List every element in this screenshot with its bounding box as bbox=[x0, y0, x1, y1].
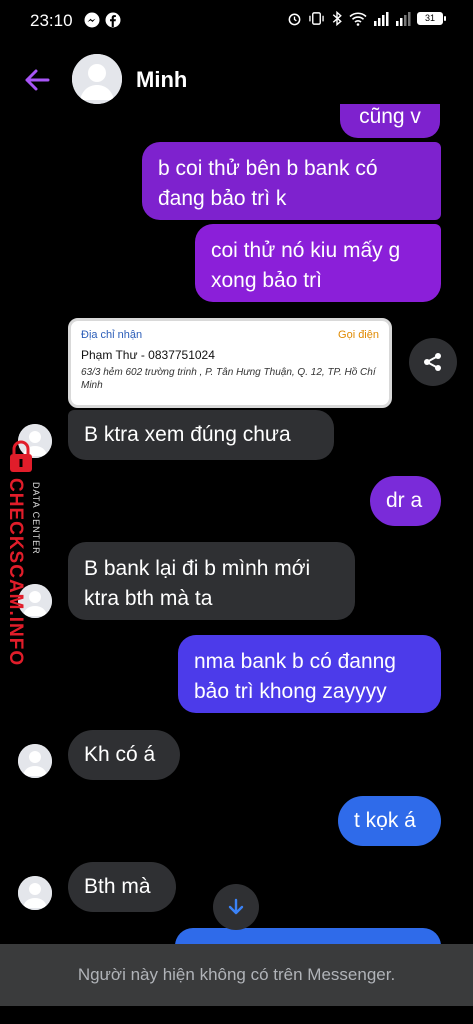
default-avatar-icon bbox=[18, 744, 52, 778]
default-avatar-icon bbox=[18, 876, 52, 910]
address-label: Địa chỉ nhận bbox=[81, 329, 143, 341]
watermark-sub: DATA CENTER bbox=[31, 482, 41, 555]
message-text: B bank lại đi b mình mới ktra bth mà ta bbox=[84, 557, 311, 610]
signal-icon bbox=[396, 11, 411, 26]
watermark: CHECKSCAM.INFO DATA CENTER bbox=[2, 438, 46, 668]
address-card[interactable]: Địa chỉ nhận Gọi điện Phạm Thư - 0837751… bbox=[68, 318, 392, 408]
contact-avatar[interactable] bbox=[72, 54, 122, 104]
share-button[interactable] bbox=[409, 338, 457, 386]
status-right-icons: 31 bbox=[287, 11, 446, 26]
recipient-address: 63/3 hẻm 602 trường trinh , P. Tân Hưng … bbox=[81, 367, 376, 391]
signal-icon bbox=[374, 11, 389, 26]
status-left-icons bbox=[84, 12, 121, 28]
chat-header: Minh bbox=[0, 48, 473, 112]
alarm-icon bbox=[288, 13, 301, 26]
message-bubble-outgoing[interactable]: dr a bbox=[370, 476, 441, 526]
default-avatar-icon bbox=[72, 54, 122, 104]
message-bubble-incoming[interactable]: Kh có á bbox=[68, 730, 180, 780]
message-bubble-incoming[interactable]: Bth mà bbox=[68, 862, 176, 912]
share-icon bbox=[424, 353, 441, 371]
message-bubble-outgoing[interactable]: nma bank b có đanng bảo trì khong zayyyy bbox=[178, 635, 441, 713]
message-text: coi thử nó kiu mấy g xong bảo trì bbox=[211, 239, 401, 292]
message-text: Kh có á bbox=[84, 743, 156, 766]
chat-thread[interactable]: cũng v b coi thử bên b bank có đang bảo … bbox=[0, 104, 473, 944]
back-arrow-icon[interactable] bbox=[20, 63, 54, 97]
battery-icon: 31 bbox=[417, 12, 446, 25]
call-link[interactable]: Gọi điện bbox=[338, 329, 379, 341]
message-text: cũng v bbox=[359, 105, 421, 128]
message-text: dr a bbox=[386, 489, 423, 512]
message-text: Bth mà bbox=[84, 875, 151, 898]
message-text: B ktra xem đúng chưa bbox=[84, 423, 291, 446]
sender-avatar[interactable] bbox=[18, 876, 52, 910]
message-bubble-incoming[interactable]: B ktra xem đúng chưa bbox=[68, 410, 334, 460]
address-card-header: Địa chỉ nhận Gọi điện bbox=[81, 329, 379, 341]
message-bubble-outgoing[interactable]: b coi thử bên b bank có đang bảo trì k bbox=[142, 142, 441, 220]
facebook-icon bbox=[105, 12, 121, 28]
recipient-name: Phạm Thư - 0837751024 bbox=[81, 348, 215, 362]
lock-icon bbox=[10, 440, 32, 472]
scroll-to-bottom-button[interactable] bbox=[213, 884, 259, 930]
status-bar: 23:10 31 bbox=[0, 0, 473, 42]
watermark-brand: CHECKSCAM.INFO bbox=[5, 478, 26, 667]
sender-avatar[interactable] bbox=[18, 744, 52, 778]
contact-name[interactable]: Minh bbox=[136, 67, 187, 93]
message-text: b coi thử bên b bank có đang bảo trì k bbox=[158, 157, 378, 210]
message-bubble-outgoing[interactable]: coi thử nó kiu mấy g xong bảo trì bbox=[195, 224, 441, 302]
message-text: nma bank b có đanng bảo trì khong zayyyy bbox=[194, 650, 396, 703]
vibrate-icon bbox=[309, 12, 324, 25]
messenger-icon bbox=[84, 12, 100, 28]
unavailable-notice-bar: Người này hiện không có trên Messenger. bbox=[0, 944, 473, 1006]
wifi-icon bbox=[349, 12, 367, 26]
arrow-down-icon bbox=[228, 898, 244, 915]
message-bubble-outgoing-partial[interactable] bbox=[175, 928, 441, 944]
status-time: 23:10 bbox=[30, 11, 73, 30]
battery-level: 31 bbox=[424, 13, 435, 23]
message-bubble-outgoing[interactable]: t kọk á bbox=[338, 796, 441, 846]
message-bubble-incoming[interactable]: B bank lại đi b mình mới ktra bth mà ta bbox=[68, 542, 355, 620]
bluetooth-icon bbox=[332, 11, 342, 26]
message-text: t kọk á bbox=[354, 809, 416, 832]
message-bubble-outgoing[interactable]: cũng v bbox=[340, 104, 440, 138]
unavailable-notice: Người này hiện không có trên Messenger. bbox=[77, 965, 396, 984]
